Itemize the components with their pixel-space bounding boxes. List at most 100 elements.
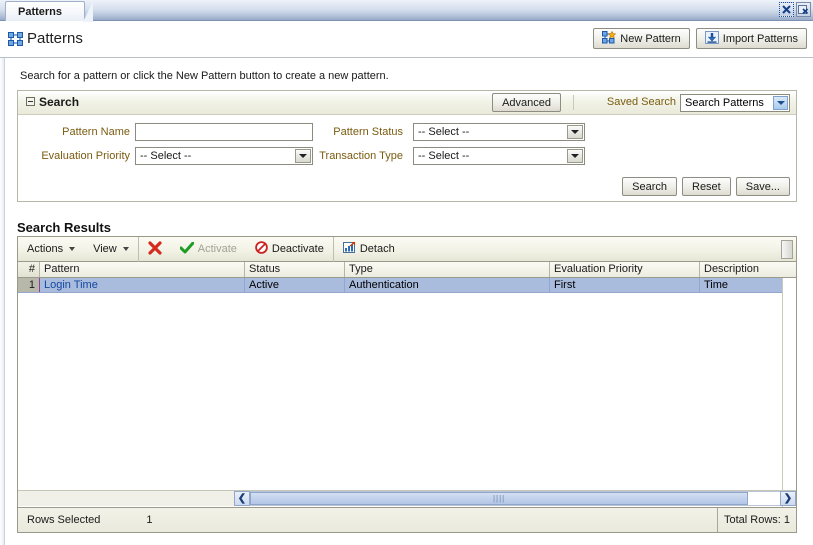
cell-type: Authentication xyxy=(345,278,550,292)
window-tabstrip: Patterns xyxy=(0,0,813,22)
import-patterns-label: Import Patterns xyxy=(722,32,798,45)
hscroll-thumb[interactable]: |||| xyxy=(250,492,749,505)
reset-button-label: Reset xyxy=(692,180,721,193)
advanced-button[interactable]: Advanced xyxy=(492,93,561,112)
new-pattern-button[interactable]: New Pattern xyxy=(593,28,690,49)
column-header-evaluation-priority[interactable]: Evaluation Priority xyxy=(550,262,700,277)
search-button-label: Search xyxy=(632,180,667,193)
new-pattern-label: New Pattern xyxy=(620,32,681,45)
search-row-1: Pattern Name Pattern Status -- Select -- xyxy=(18,123,798,145)
column-header-description[interactable]: Description xyxy=(700,262,796,277)
table-header-row: # Pattern Status Type Evaluation Priorit… xyxy=(18,262,796,278)
pattern-status-label: Pattern Status xyxy=(333,126,403,138)
tab-patterns[interactable]: Patterns xyxy=(5,1,94,22)
activate-button[interactable]: Activate xyxy=(171,237,246,262)
save-button[interactable]: Save... xyxy=(735,177,790,196)
no-entry-icon xyxy=(255,241,268,257)
transaction-type-label: Transaction Type xyxy=(319,150,403,162)
detach-label: Detach xyxy=(359,243,395,255)
activate-label: Activate xyxy=(197,243,237,255)
pattern-status-select[interactable]: -- Select -- xyxy=(413,123,585,141)
column-header-num[interactable]: # xyxy=(18,262,40,277)
evaluation-priority-select[interactable]: -- Select -- xyxy=(135,147,313,165)
table-empty-area xyxy=(18,294,796,512)
header-divider xyxy=(573,95,574,110)
delete-button[interactable] xyxy=(139,237,171,262)
table-status-bar: Rows Selected 1 Total Rows: 1 xyxy=(18,507,796,532)
detach-icon xyxy=(342,241,356,257)
cell-row-number: 1 xyxy=(18,278,40,292)
advanced-label: Advanced xyxy=(502,96,551,109)
chevron-down-icon xyxy=(69,247,76,251)
pattern-name-label: Pattern Name xyxy=(62,126,130,138)
tab-label: Patterns xyxy=(18,6,63,18)
search-results-panel: Actions View Activate Deactivate Detach … xyxy=(17,236,797,533)
table-row[interactable]: 1 Login Time Active Authentication First… xyxy=(18,278,796,293)
detach-button[interactable]: Detach xyxy=(334,237,404,262)
rows-selected-label: Rows Selected xyxy=(27,514,101,526)
cell-status: Active xyxy=(245,278,345,292)
chevron-down-icon xyxy=(122,247,129,251)
pattern-name-input[interactable] xyxy=(135,123,313,141)
scroll-right-icon[interactable]: ❯ xyxy=(780,491,796,506)
rows-selected-value: 1 xyxy=(146,514,153,526)
hscroll-grip: |||| xyxy=(492,494,506,503)
horizontal-scrollbar[interactable]: ❮ |||| ❯ xyxy=(18,490,796,506)
import-download-icon xyxy=(704,30,719,47)
close-icon[interactable] xyxy=(779,2,794,17)
transaction-type-value: -- Select -- xyxy=(418,150,470,162)
saved-search-label: Saved Search xyxy=(606,96,676,108)
results-table: # Pattern Status Type Evaluation Priorit… xyxy=(18,262,796,293)
collapse-minus-icon[interactable] xyxy=(26,97,35,106)
window-buttons xyxy=(779,2,811,17)
patterns-page: Patterns Patterns New Pattern Import Pat… xyxy=(0,0,813,545)
search-panel-header: Search Advanced Saved Search Search Patt… xyxy=(18,91,796,115)
new-pattern-icon xyxy=(602,30,617,47)
cell-pattern[interactable]: Login Time xyxy=(40,278,245,292)
chevron-down-icon[interactable] xyxy=(773,96,788,110)
chevron-down-icon[interactable] xyxy=(567,149,583,163)
evaluation-priority-label: Evaluation Priority xyxy=(41,150,130,162)
actions-menu-label: Actions xyxy=(27,243,64,255)
right-rail xyxy=(809,22,813,545)
column-header-status[interactable]: Status xyxy=(245,262,345,277)
delete-x-icon xyxy=(148,240,162,258)
reset-button[interactable]: Reset xyxy=(682,177,731,196)
transaction-type-select[interactable]: -- Select -- xyxy=(413,147,585,165)
column-header-type[interactable]: Type xyxy=(345,262,550,277)
scroll-left-icon[interactable]: ❮ xyxy=(234,491,250,506)
table-vertical-scroll-area[interactable] xyxy=(782,278,796,512)
page-header: Patterns New Pattern Import Patterns xyxy=(0,22,813,58)
save-button-label: Save... xyxy=(745,180,780,193)
search-results-title: Search Results xyxy=(17,220,111,235)
search-row-2: Evaluation Priority -- Select -- Transac… xyxy=(18,147,798,169)
column-header-pattern[interactable]: Pattern xyxy=(40,262,245,277)
restore-window-icon[interactable] xyxy=(796,2,811,17)
saved-search-select[interactable]: Search Patterns xyxy=(680,94,790,112)
view-menu[interactable]: View xyxy=(84,237,138,262)
search-action-buttons: Search Reset Save... xyxy=(622,177,790,196)
view-menu-label: View xyxy=(93,243,117,255)
saved-search-value: Search Patterns xyxy=(685,97,764,109)
total-rows-label: Total Rows: 1 xyxy=(716,508,796,532)
cell-evaluation-priority: First xyxy=(550,278,700,292)
green-check-icon xyxy=(179,241,195,257)
instruction-text: Search for a pattern or click the New Pa… xyxy=(20,70,389,82)
actions-menu[interactable]: Actions xyxy=(18,237,84,262)
deactivate-button[interactable]: Deactivate xyxy=(246,237,333,262)
hscroll-track[interactable]: |||| xyxy=(250,491,780,506)
pattern-link[interactable]: Login Time xyxy=(44,279,98,291)
results-toolbar: Actions View Activate Deactivate Detach xyxy=(18,236,796,262)
page-title: Patterns xyxy=(8,30,83,47)
page-title-text: Patterns xyxy=(27,30,83,47)
search-button[interactable]: Search xyxy=(622,177,677,196)
import-patterns-button[interactable]: Import Patterns xyxy=(695,28,807,49)
deactivate-label: Deactivate xyxy=(271,243,324,255)
chevron-down-icon[interactable] xyxy=(567,125,583,139)
left-rail xyxy=(0,22,5,545)
toolbar-scroll-thumb[interactable] xyxy=(781,240,793,259)
evaluation-priority-value: -- Select -- xyxy=(140,150,192,162)
pattern-nodes-icon xyxy=(8,31,23,46)
header-buttons: New Pattern Import Patterns xyxy=(593,28,807,49)
search-panel: Search Advanced Saved Search Search Patt… xyxy=(17,90,797,202)
